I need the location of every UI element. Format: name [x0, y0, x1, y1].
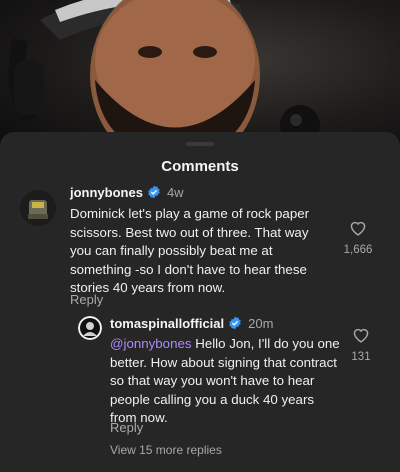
- like-count: 131: [351, 351, 371, 363]
- mention-link[interactable]: @jonnybones: [110, 336, 192, 351]
- avatar-tomaspinallofficial[interactable]: [78, 316, 102, 340]
- video-background: [0, 0, 400, 150]
- comment-tomaspinallofficial: tomaspinallofficial 20m @jonnybones Hello…: [0, 132, 400, 472]
- heart-outline-icon: [352, 328, 370, 347]
- comment-time: 20m: [248, 316, 274, 331]
- view-more-replies-button[interactable]: View 15 more replies: [110, 443, 222, 457]
- reply-button[interactable]: Reply: [110, 420, 143, 435]
- comments-sheet: Comments jonnybones 4w Dominick let's pla…: [0, 132, 400, 472]
- verified-badge-icon: [228, 316, 242, 333]
- like-button[interactable]: 131: [344, 327, 378, 363]
- username[interactable]: tomaspinallofficial: [110, 316, 224, 331]
- video-frame-person: [8, 0, 320, 150]
- comment-text: @jonnybones Hello Jon, I'll do you one b…: [110, 335, 342, 428]
- comment-header: tomaspinallofficial 20m: [110, 316, 273, 333]
